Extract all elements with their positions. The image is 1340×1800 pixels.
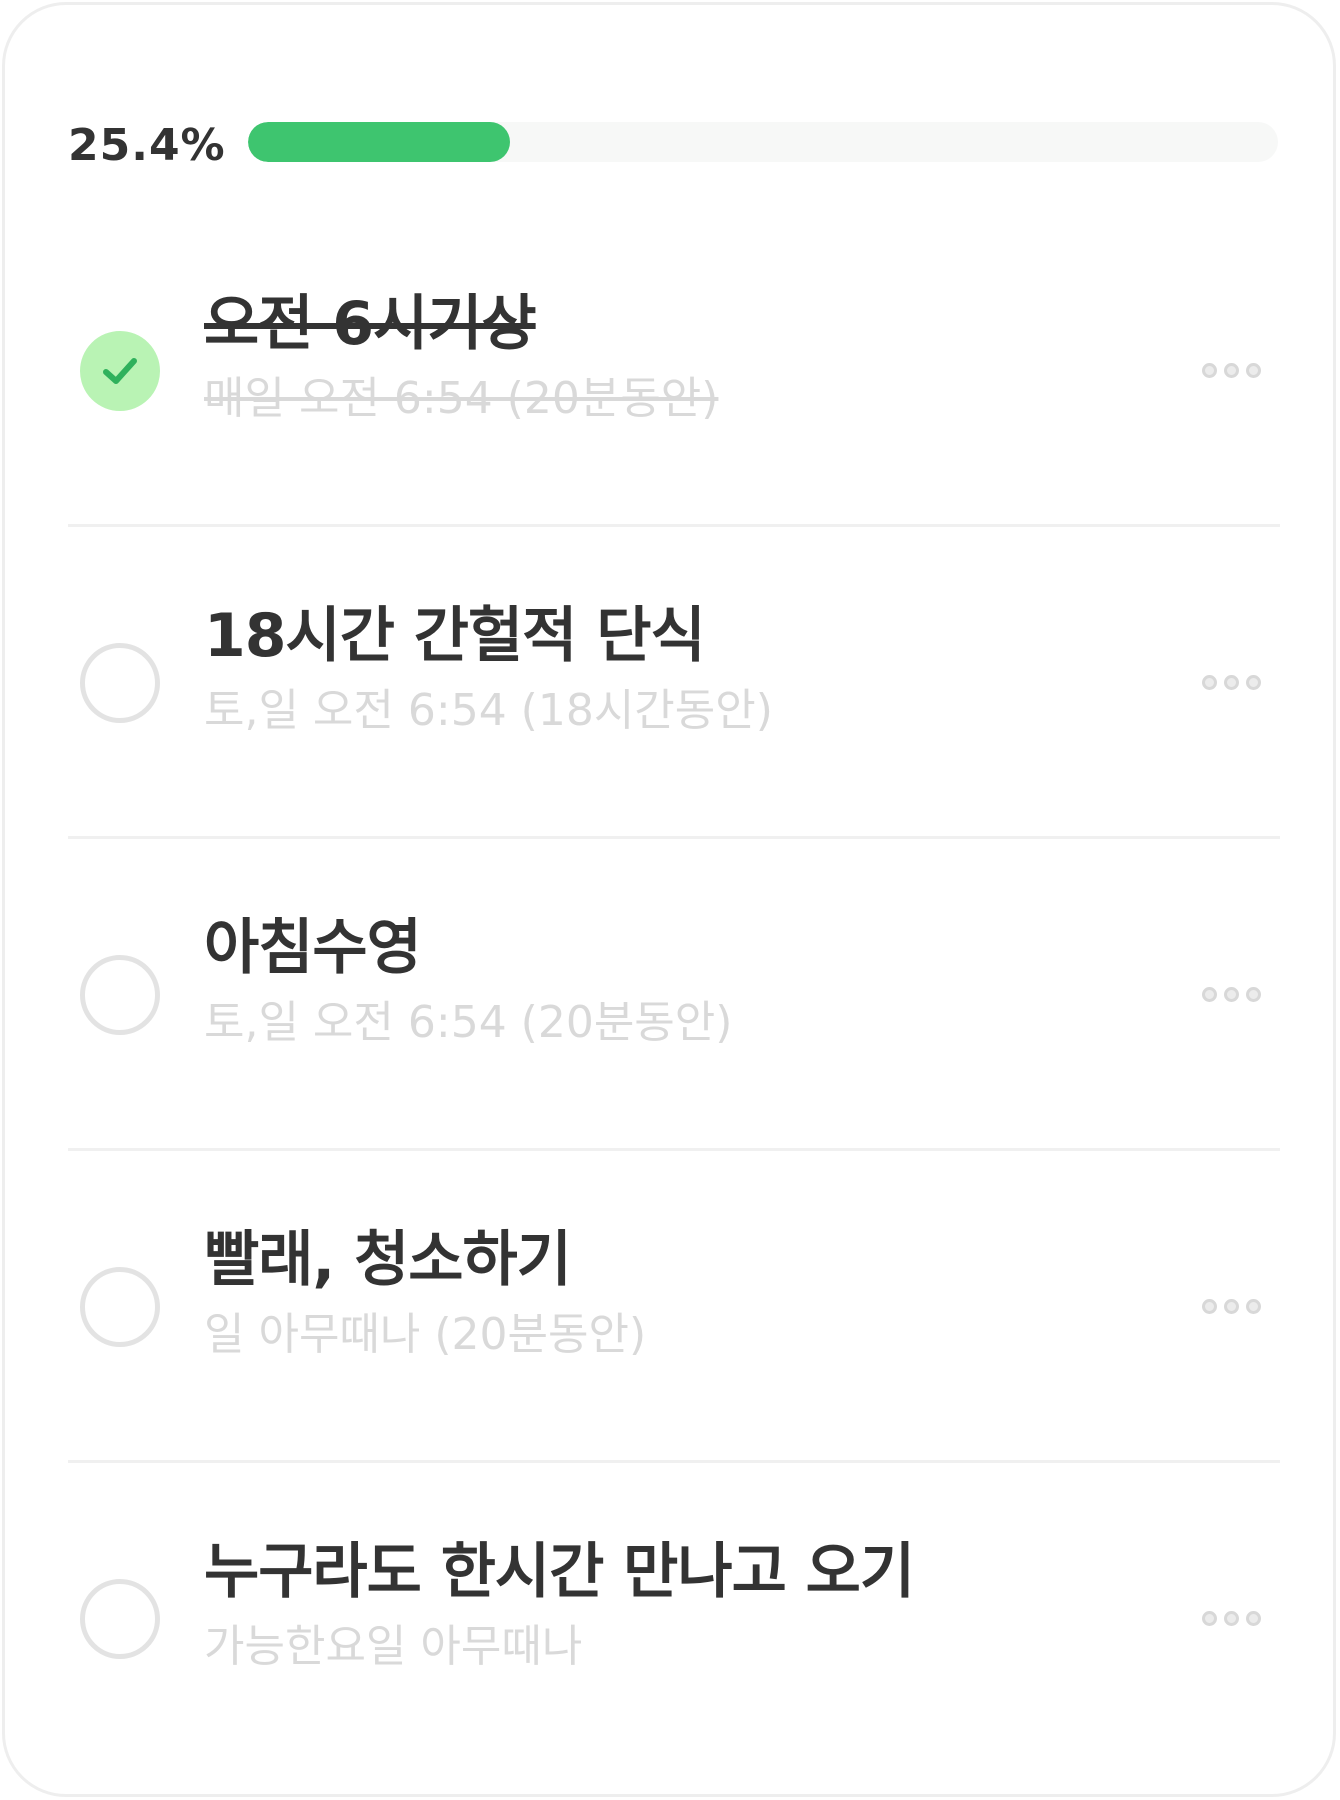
- task-checkbox[interactable]: [80, 1579, 160, 1659]
- task-schedule: 토,일 오전 6:54 (20분동안): [204, 997, 733, 1048]
- progress-row: 25.4%: [68, 115, 1278, 175]
- task-title: 오전 6시기상: [204, 289, 537, 359]
- task-schedule: 매일 오전 6:54 (20분동안): [204, 373, 719, 424]
- task-title: 18시간 간헐적 단식: [204, 601, 706, 671]
- task-item[interactable]: 빨래, 청소하기 일 아무때나 (20분동안): [68, 1151, 1280, 1463]
- task-list: 오전 6시기상 매일 오전 6:54 (20분동안) 18시간 간헐적 단식 토…: [68, 215, 1280, 1775]
- task-item[interactable]: 누구라도 한시간 만나고 오기 가능한요일 아무때나: [68, 1463, 1280, 1775]
- todo-card: 25.4% 오전 6시기상 매일 오전 6:54 (20분동안) 18시간 간헐…: [2, 2, 1336, 1797]
- task-item[interactable]: 아침수영 토,일 오전 6:54 (20분동안): [68, 839, 1280, 1151]
- checkmark-icon: [103, 358, 137, 384]
- progress-bar: [248, 122, 1278, 162]
- more-horizontal-icon[interactable]: [1202, 1605, 1262, 1631]
- more-horizontal-icon[interactable]: [1202, 357, 1262, 383]
- task-checkbox[interactable]: [80, 331, 160, 411]
- progress-bar-fill: [248, 122, 510, 162]
- task-title: 아침수영: [204, 913, 422, 983]
- task-checkbox[interactable]: [80, 955, 160, 1035]
- task-schedule: 토,일 오전 6:54 (18시간동안): [204, 685, 773, 736]
- task-title: 누구라도 한시간 만나고 오기: [204, 1537, 915, 1607]
- task-schedule: 일 아무때나 (20분동안): [204, 1309, 647, 1360]
- task-schedule: 가능한요일 아무때나: [204, 1621, 583, 1672]
- more-horizontal-icon[interactable]: [1202, 1293, 1262, 1319]
- task-item[interactable]: 오전 6시기상 매일 오전 6:54 (20분동안): [68, 215, 1280, 527]
- task-checkbox[interactable]: [80, 643, 160, 723]
- more-horizontal-icon[interactable]: [1202, 669, 1262, 695]
- task-checkbox[interactable]: [80, 1267, 160, 1347]
- more-horizontal-icon[interactable]: [1202, 981, 1262, 1007]
- task-title: 빨래, 청소하기: [204, 1225, 572, 1295]
- task-item[interactable]: 18시간 간헐적 단식 토,일 오전 6:54 (18시간동안): [68, 527, 1280, 839]
- progress-percent: 25.4%: [68, 119, 226, 171]
